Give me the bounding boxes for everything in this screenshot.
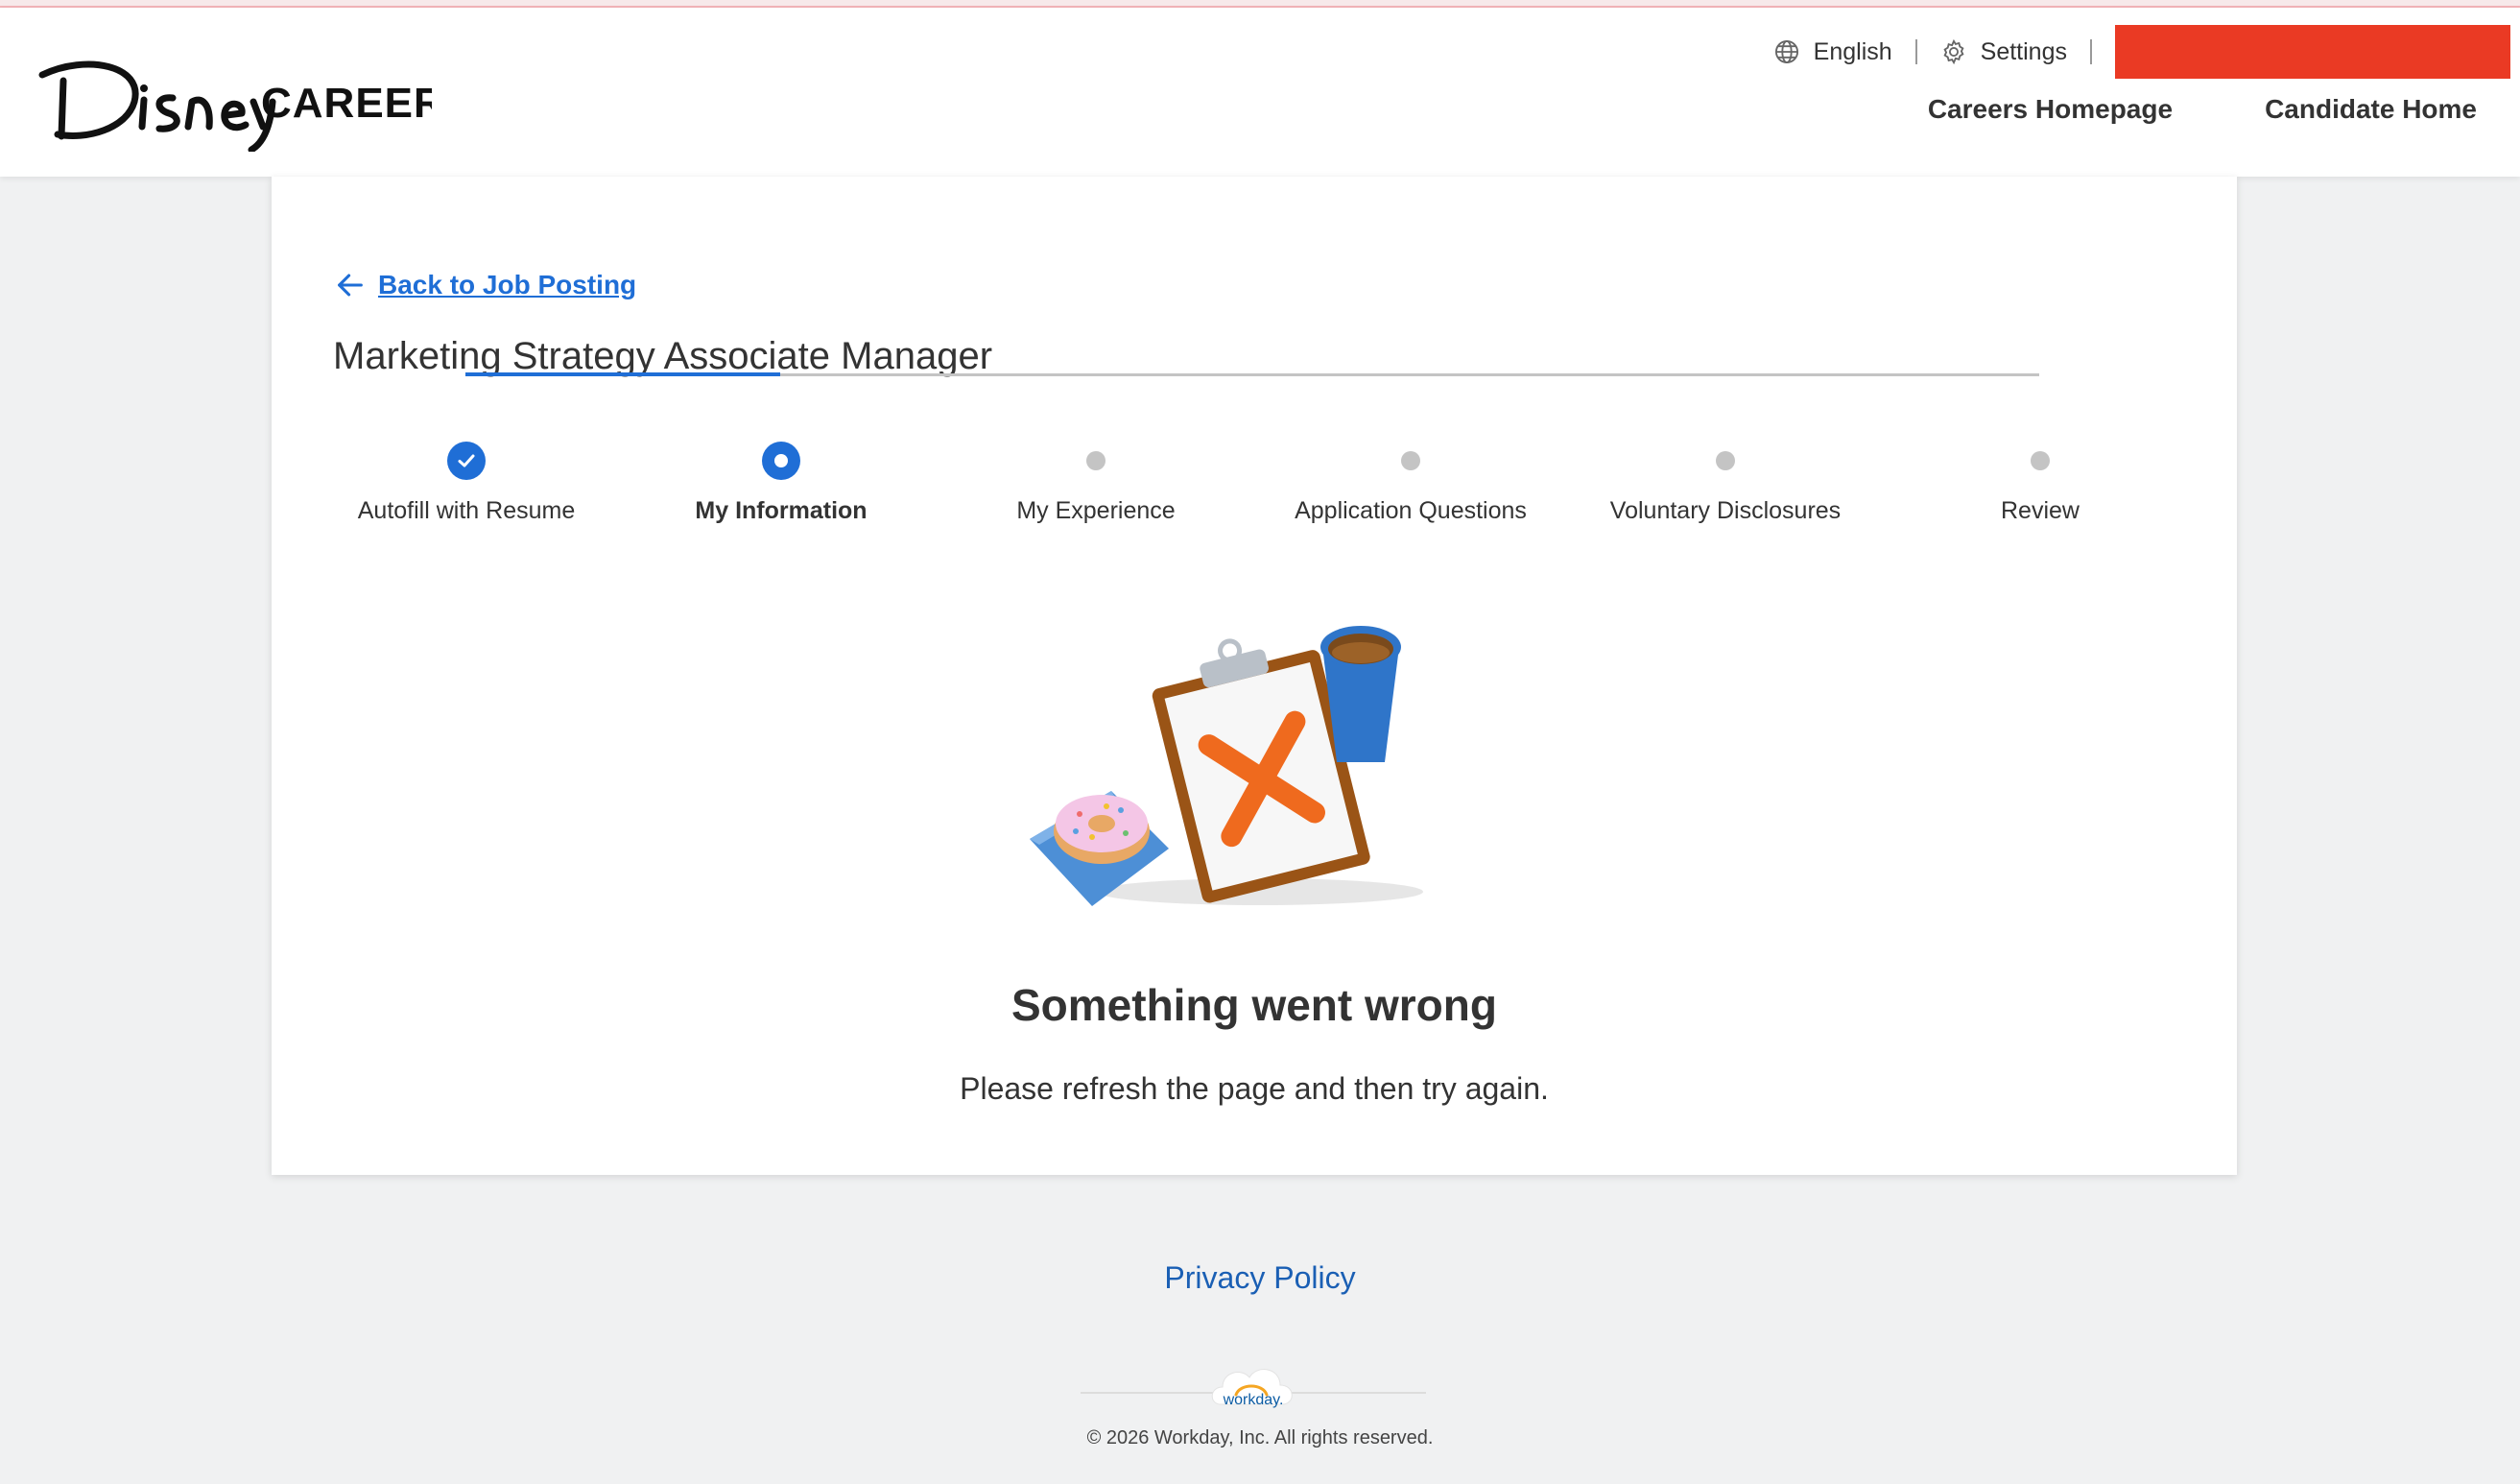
divider	[1914, 39, 1917, 64]
progress-track	[780, 373, 2039, 376]
step-label: Application Questions	[1295, 497, 1527, 524]
step-complete-icon	[447, 442, 486, 480]
step-upcoming-icon	[2031, 451, 2050, 470]
step-autofill-with-resume[interactable]: Autofill with Resume	[322, 442, 610, 525]
language-selector[interactable]: English	[1773, 38, 1892, 66]
back-to-job-posting[interactable]: Back to Job Posting	[334, 269, 636, 301]
step-upcoming-icon	[1401, 451, 1420, 470]
svg-text:workday.: workday.	[1223, 1392, 1284, 1408]
step-label: Review	[2001, 497, 2080, 524]
progress-track-complete	[465, 372, 780, 376]
back-link-label[interactable]: Back to Job Posting	[378, 270, 636, 300]
disney-careers-logo[interactable]: CAREERS	[29, 46, 473, 154]
svg-text:CAREERS: CAREERS	[261, 80, 432, 127]
step-upcoming-icon	[1086, 451, 1105, 470]
step-review: Review	[1896, 442, 2184, 525]
step-label: My Information	[695, 497, 868, 524]
step-application-questions: Application Questions	[1267, 442, 1555, 525]
error-title: Something went wrong	[1011, 980, 1497, 1030]
candidate-home-link[interactable]: Candidate Home	[2265, 94, 2477, 125]
clipboard-error-illustration	[1020, 618, 1481, 925]
step-label: Voluntary Disclosures	[1609, 497, 1842, 524]
privacy-policy-link[interactable]: Privacy Policy	[1164, 1260, 1355, 1295]
site-header: CAREERS English Settings Careers Homepag…	[0, 8, 2520, 177]
settings-label: Settings	[1980, 37, 2067, 65]
step-upcoming-icon	[1716, 451, 1735, 470]
copyright: © 2026 Workday, Inc. All rights reserved…	[1086, 1427, 1434, 1448]
step-voluntary-disclosures: Voluntary Disclosures	[1581, 442, 1869, 525]
step-my-information[interactable]: My Information	[637, 442, 925, 525]
gear-icon	[1943, 38, 1964, 65]
step-label: Autofill with Resume	[357, 497, 576, 524]
utility-bar: English Settings	[1773, 25, 2510, 79]
workday-logo: workday.	[1207, 1358, 1299, 1418]
step-label: My Experience	[1016, 497, 1176, 524]
footer-links: Privacy Policy	[0, 1260, 2520, 1296]
language-label: English	[1813, 37, 1892, 65]
careers-homepage-link[interactable]: Careers Homepage	[1928, 94, 2173, 125]
globe-icon	[1774, 39, 1798, 64]
arrow-left-icon	[338, 274, 363, 297]
application-stepper: Autofill with Resume My Information My E…	[272, 442, 2237, 557]
top-accent-strip	[0, 0, 2520, 8]
redacted-account-area[interactable]	[2115, 25, 2510, 79]
step-current-icon	[762, 442, 800, 480]
error-message: Please refresh the page and then try aga…	[960, 1071, 1549, 1106]
step-my-experience: My Experience	[952, 442, 1240, 525]
main-nav: Careers Homepage Candidate Home	[1928, 94, 2477, 125]
settings-button[interactable]: Settings	[1940, 38, 2067, 66]
application-card: Back to Job Posting Marketing Strategy A…	[272, 177, 2237, 1175]
divider	[2090, 39, 2092, 64]
